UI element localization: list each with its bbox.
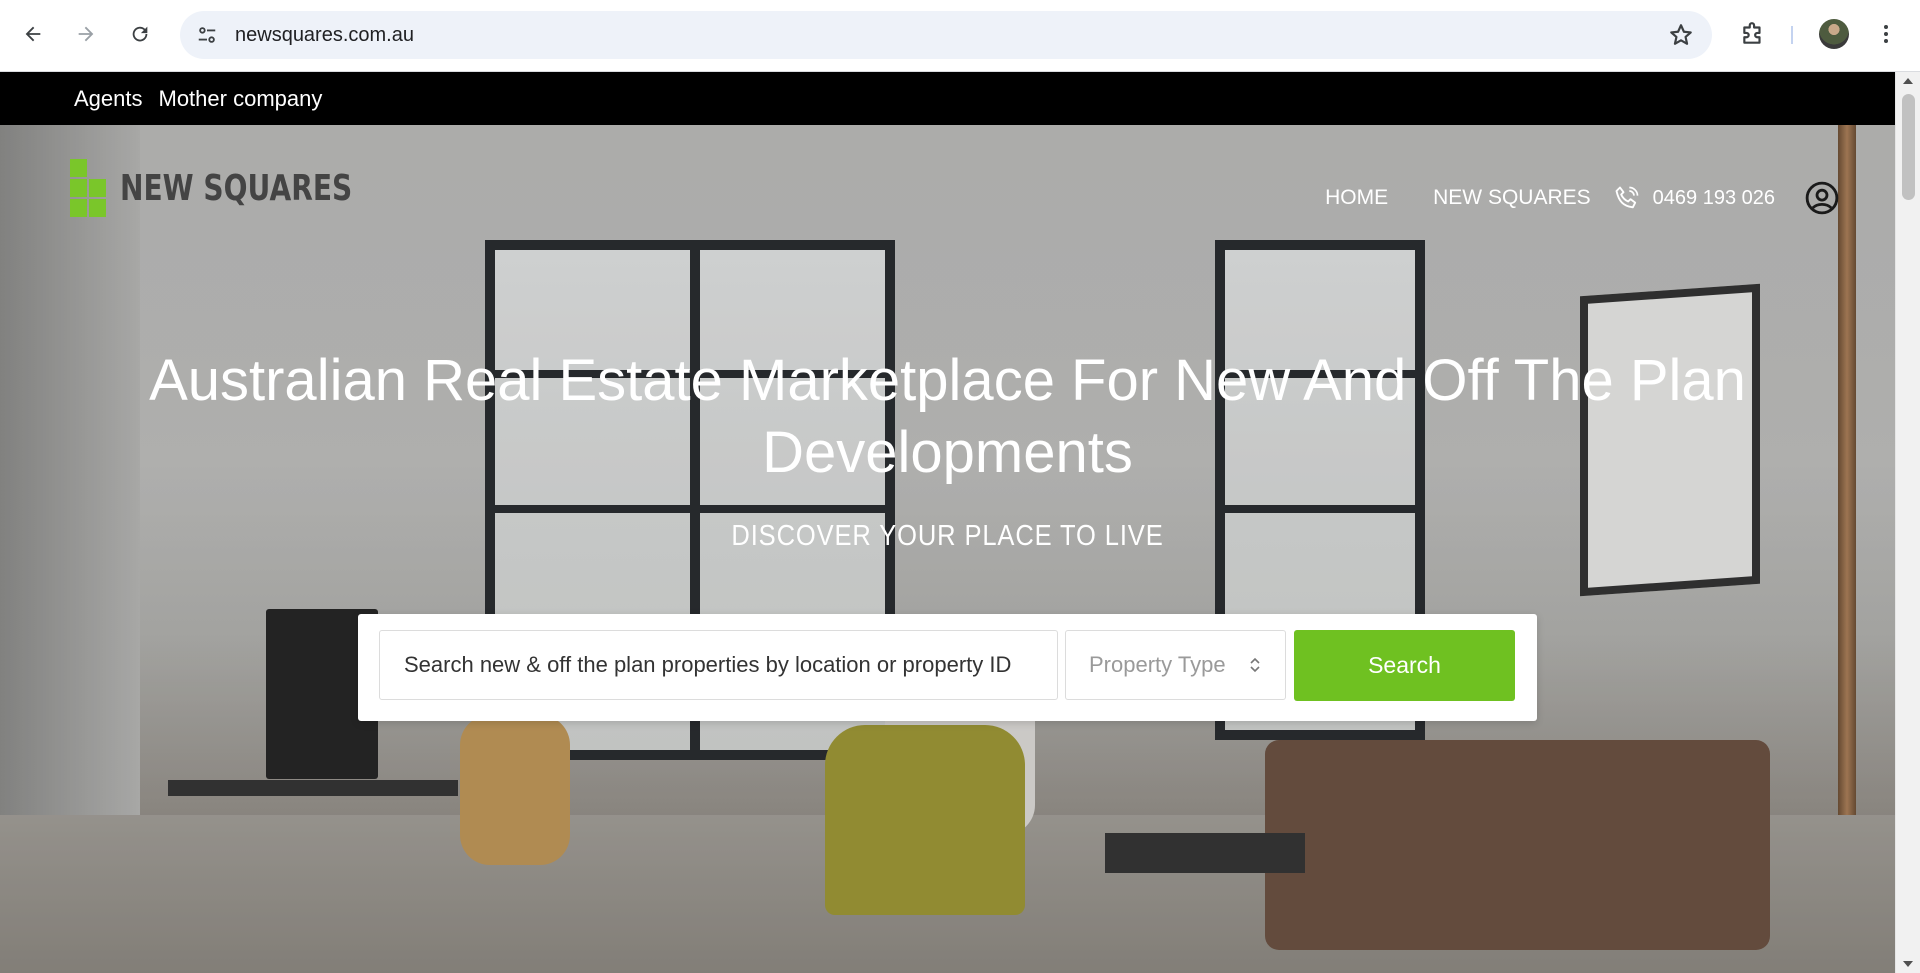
property-type-label: Property Type — [1089, 652, 1226, 677]
browser-toolbar: newsquares.com.au — [0, 0, 1920, 72]
mother-company-link[interactable]: Mother company — [159, 86, 323, 112]
tune-icon[interactable] — [196, 24, 218, 46]
arrow-right-icon — [78, 26, 94, 42]
puzzle-icon — [1743, 22, 1761, 44]
address-bar[interactable]: newsquares.com.au — [180, 11, 1712, 59]
agents-link[interactable]: Agents — [74, 86, 143, 112]
reload-button[interactable] — [122, 16, 158, 52]
kebab-menu-icon — [1884, 25, 1888, 43]
hero-tagline: DISCOVER YOUR PLACE TO LIVE — [731, 520, 1164, 552]
chrome-menu-button[interactable] — [1868, 16, 1904, 52]
nav-new-squares[interactable]: NEW SQUARES — [1433, 186, 1591, 210]
scroll-down-icon[interactable] — [1903, 961, 1913, 967]
chevron-up-down-icon — [1250, 657, 1260, 673]
user-account-icon[interactable] — [1805, 181, 1839, 215]
phone-icon — [1615, 186, 1638, 209]
search-panel: Property Type Search — [358, 614, 1537, 721]
nav-home[interactable]: HOME — [1325, 186, 1388, 210]
phone-number: 0469 193 026 — [1652, 186, 1775, 209]
arrow-left-icon — [25, 26, 41, 42]
hero-section: NEW SQUARES HOME NEW SQUARES 0469 193 02… — [0, 125, 1895, 973]
search-button[interactable]: Search — [1294, 630, 1515, 701]
phone-link[interactable]: 0469 193 026 — [1613, 184, 1775, 212]
scroll-up-icon[interactable] — [1903, 78, 1913, 84]
search-input[interactable] — [379, 630, 1058, 700]
top-bar: Agents Mother company — [0, 72, 1895, 125]
hero-title: Australian Real Estate Marketplace For N… — [149, 348, 1746, 485]
logo-text: NEW SQUARES — [120, 167, 353, 209]
extensions-button[interactable] — [1733, 16, 1773, 52]
property-type-select[interactable]: Property Type — [1065, 630, 1286, 700]
forward-button[interactable] — [68, 16, 104, 52]
site-logo[interactable]: NEW SQUARES — [70, 159, 418, 217]
reload-icon — [132, 26, 148, 42]
page-scrollbar[interactable] — [1895, 72, 1920, 973]
avatar[interactable] — [1816, 16, 1852, 52]
main-nav: HOME NEW SQUARES 0469 193 026 — [1325, 173, 1895, 223]
logo-icon — [70, 159, 106, 217]
url-text: newsquares.com.au — [235, 24, 414, 46]
toolbar-divider — [1791, 26, 1793, 44]
scrollbar-thumb[interactable] — [1902, 94, 1915, 200]
back-button[interactable] — [15, 16, 51, 52]
page: Agents Mother company NEW SQUARES HOME N… — [0, 72, 1895, 973]
star-icon[interactable] — [1668, 22, 1694, 48]
